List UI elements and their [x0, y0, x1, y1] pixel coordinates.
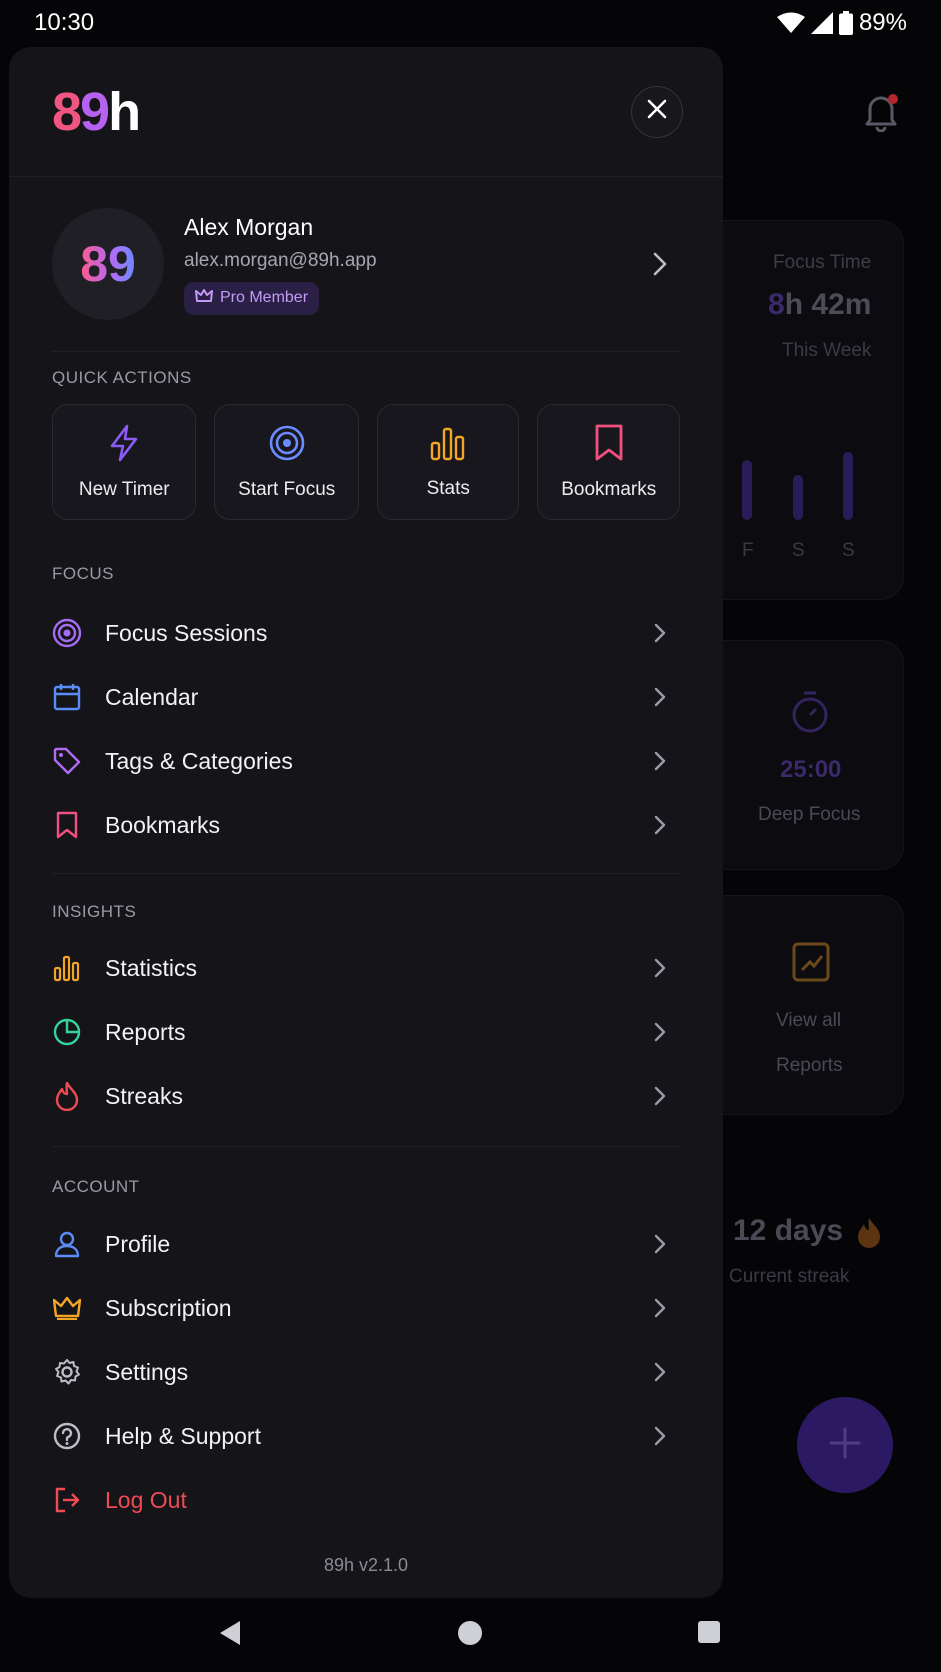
week-label: This Week	[782, 340, 872, 361]
drawer-header: 89h	[9, 47, 723, 177]
section-title-focus: FOCUS	[52, 564, 114, 583]
menu-item-statistics[interactable]: Statistics	[52, 936, 680, 1000]
menu-item-profile[interactable]: Profile	[52, 1212, 680, 1276]
day-label: F	[742, 540, 754, 561]
flame-icon	[52, 1081, 82, 1111]
profile-header[interactable]: 89 Alex Morgan alex.morgan@89h.app Pro M…	[52, 177, 680, 352]
target-icon	[52, 618, 82, 648]
menu-item-calendar[interactable]: Calendar	[52, 665, 680, 729]
notification-dot	[888, 94, 898, 104]
insights-menu: Statistics Reports Streaks	[9, 936, 723, 1128]
report-icon	[792, 942, 830, 987]
chevron-right-icon	[650, 1426, 670, 1446]
signal-icon	[810, 12, 833, 34]
menu-item-focus-sessions[interactable]: Focus Sessions	[52, 601, 680, 665]
crown-icon	[195, 288, 213, 309]
chevron-right-icon	[650, 958, 670, 978]
menu-item-streaks[interactable]: Streaks	[52, 1064, 680, 1128]
bell-icon[interactable]	[862, 92, 900, 133]
chevron-right-icon	[650, 1298, 670, 1318]
divider	[52, 873, 680, 874]
crown-icon	[52, 1293, 82, 1323]
chevron-right-icon	[640, 252, 680, 276]
menu-item-tags-categories[interactable]: Tags & Categories	[52, 729, 680, 793]
profile-email: alex.morgan@89h.app	[184, 249, 377, 271]
focus-time-label: Focus Time	[773, 252, 872, 273]
chevron-right-icon	[650, 1362, 670, 1382]
home-icon[interactable]	[457, 1620, 483, 1651]
stopwatch-icon	[790, 690, 830, 739]
chart-bar	[843, 452, 853, 520]
focus-menu: Focus Sessions Calendar Tags & Categorie…	[9, 601, 723, 857]
timer-label: Deep Focus	[758, 804, 861, 825]
section-title-quick-actions: QUICK ACTIONS	[52, 368, 192, 387]
chevron-right-icon	[650, 751, 670, 771]
streak-label: Current streak	[729, 1266, 850, 1287]
pro-member-badge: Pro Member	[184, 281, 320, 315]
status-time: 10:30	[34, 9, 95, 36]
chevron-right-icon	[650, 1234, 670, 1254]
chart-bar	[742, 460, 752, 520]
quick-action-bookmarks[interactable]: Bookmarks	[537, 404, 680, 520]
quick-action-stats[interactable]: Stats	[376, 404, 520, 520]
menu-item-bookmarks[interactable]: Bookmarks	[52, 793, 680, 857]
bar-chart-icon	[430, 425, 466, 466]
logout-icon	[52, 1485, 82, 1515]
menu-item-reports[interactable]: Reports	[52, 1000, 680, 1064]
status-bar: 10:30 89%	[0, 0, 941, 46]
view-all-reports-label: Reports	[776, 1055, 843, 1076]
recents-icon[interactable]	[697, 1620, 721, 1649]
close-icon	[647, 99, 667, 124]
bolt-icon	[109, 424, 139, 467]
streak-value: 12 days	[733, 1214, 844, 1247]
section-title-account: ACCOUNT	[52, 1177, 140, 1196]
profile-name: Alex Morgan	[184, 213, 314, 240]
app-version: 89h v2.1.0	[323, 1555, 409, 1575]
close-drawer-button[interactable]	[631, 85, 683, 138]
day-label: S	[792, 540, 805, 561]
target-icon	[268, 424, 306, 467]
user-icon	[52, 1229, 82, 1259]
pie-chart-icon	[52, 1017, 82, 1047]
chevron-right-icon	[650, 687, 670, 707]
menu-item-help-support[interactable]: Help & Support	[52, 1404, 680, 1468]
divider	[52, 1146, 680, 1147]
menu-item-settings[interactable]: Settings	[52, 1340, 680, 1404]
bookmark-icon	[52, 810, 82, 840]
chevron-right-icon	[650, 815, 670, 835]
logout-button[interactable]: Log Out	[52, 1468, 680, 1532]
quick-action-new-timer[interactable]: New Timer	[52, 404, 197, 520]
day-label: S	[842, 540, 855, 561]
quick-actions: New Timer Start Focus Stats Bookmarks	[52, 404, 680, 520]
chart-bar	[793, 475, 803, 520]
account-menu: Profile Subscription Settings Help & Sup…	[9, 1212, 723, 1532]
navigation-drawer: 89h 89 Alex Morgan alex.morgan@89h.app P…	[9, 47, 723, 1598]
menu-item-subscription[interactable]: Subscription	[52, 1276, 680, 1340]
status-icons: 89%	[776, 9, 907, 37]
tag-icon	[52, 746, 82, 776]
quick-action-start-focus[interactable]: Start Focus	[214, 404, 359, 520]
battery-percent: 89%	[858, 9, 907, 36]
bar-chart-icon	[52, 953, 82, 983]
help-icon	[52, 1421, 82, 1451]
focus-time-value: 8h 42m	[768, 288, 872, 321]
calendar-icon	[52, 682, 82, 712]
gear-icon	[52, 1357, 82, 1387]
flame-icon	[856, 1216, 882, 1253]
add-fab-button[interactable]	[797, 1397, 893, 1493]
timer-value: 25:00	[780, 756, 842, 783]
app-logo: 89h	[52, 81, 141, 142]
section-title-insights: INSIGHTS	[52, 902, 137, 921]
plus-icon	[828, 1426, 862, 1465]
bookmark-icon	[594, 424, 624, 467]
chevron-right-icon	[650, 1086, 670, 1106]
view-all-label: View all	[776, 1010, 842, 1031]
battery-icon	[838, 11, 853, 35]
avatar[interactable]: 89	[52, 208, 164, 320]
chevron-right-icon	[650, 1022, 670, 1042]
back-icon[interactable]	[218, 1620, 242, 1651]
wifi-icon	[776, 12, 805, 34]
system-nav-bar	[0, 1598, 941, 1672]
chevron-right-icon	[650, 623, 670, 643]
